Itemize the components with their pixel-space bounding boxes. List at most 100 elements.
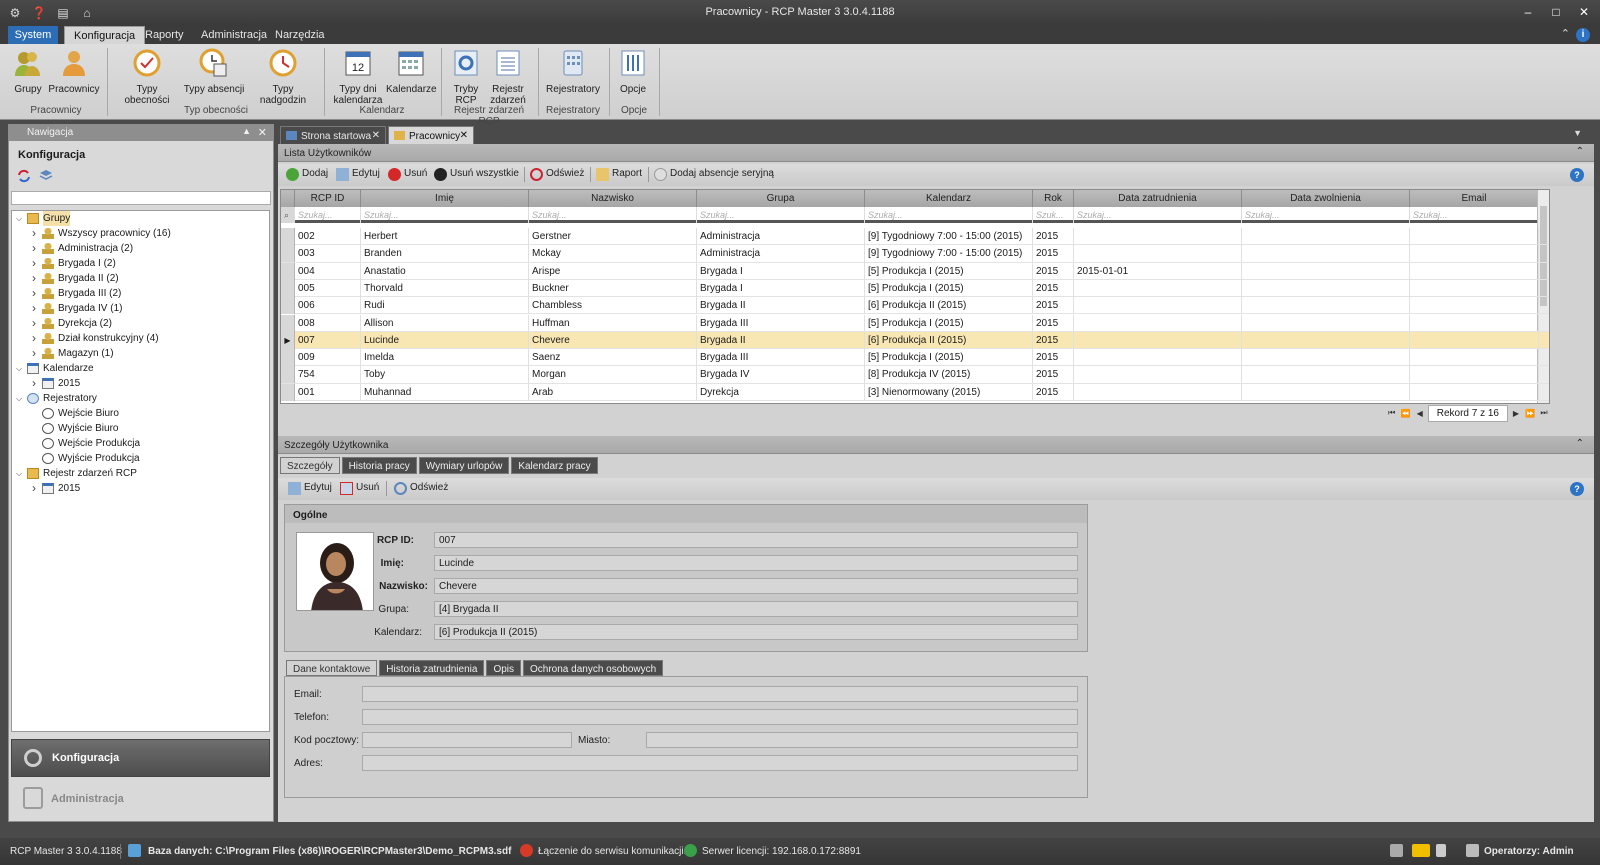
row-indicator[interactable]: [281, 366, 295, 384]
tab-opis[interactable]: Opis: [486, 660, 522, 676]
column-filter-input[interactable]: Szukaj...: [361, 207, 529, 223]
expand-icon[interactable]: ›: [29, 271, 39, 286]
tree-node[interactable]: › 2015: [12, 481, 269, 496]
tree-node[interactable]: › Brygada III (2): [12, 286, 269, 301]
tree-node[interactable]: › Dyrekcja (2): [12, 316, 269, 331]
usun-button[interactable]: Usuń: [388, 168, 427, 181]
tree-node[interactable]: › Administracja (2): [12, 241, 269, 256]
row-indicator[interactable]: [281, 383, 295, 401]
column-filter-input[interactable]: Szukaj...: [1074, 207, 1242, 223]
table-row[interactable]: 003 Branden Mckay Administracja [9] Tygodnio…: [281, 245, 1549, 263]
kalendarze-button[interactable]: Kalendarze: [386, 48, 437, 95]
kod-pocztowy-field[interactable]: [362, 732, 572, 748]
expand-icon[interactable]: ›: [29, 286, 39, 301]
details-usun-button[interactable]: Usuń: [340, 482, 379, 495]
adres-field[interactable]: [362, 755, 1078, 771]
edytuj-button[interactable]: Edytuj: [336, 168, 380, 181]
collapse-icon[interactable]: ⌵: [14, 361, 24, 376]
usun-wszystkie-button[interactable]: Usuń wszystkie: [434, 168, 519, 181]
tree-node[interactable]: Wyjście Biuro: [12, 421, 269, 436]
column-header[interactable]: Nazwisko: [529, 190, 697, 207]
column-filter-input[interactable]: Szukaj...: [865, 207, 1033, 223]
doc-tab-pracownicy[interactable]: Pracownicy ✕: [388, 126, 474, 144]
tree-node[interactable]: ⌵ Grupy: [12, 211, 269, 226]
prev-record-icon[interactable]: ◀: [1414, 409, 1426, 418]
table-row[interactable]: 008 Allison Huffman Brygada III [5] Produkcj…: [281, 314, 1549, 332]
info-icon[interactable]: i: [1576, 28, 1590, 42]
tab-konfiguracja[interactable]: Konfiguracja: [64, 26, 146, 44]
opcje-button[interactable]: Opcje: [614, 48, 652, 95]
tree-node[interactable]: › Brygada II (2): [12, 271, 269, 286]
row-indicator[interactable]: [281, 245, 295, 263]
table-row[interactable]: 005 Thorvald Buckner Brygada I [5] Produkcja…: [281, 279, 1549, 298]
details-odswiez-button[interactable]: Odśwież: [394, 482, 448, 495]
odswiez-button[interactable]: Odśwież: [530, 168, 584, 181]
details-edytuj-button[interactable]: Edytuj: [288, 482, 332, 495]
tree-node[interactable]: › Brygada IV (1): [12, 301, 269, 316]
tab-ochrona-danych[interactable]: Ochrona danych osobowych: [523, 660, 664, 676]
tryby-rcp-button[interactable]: Tryby RCP: [448, 48, 484, 106]
tab-narzedzia[interactable]: Narzędzia: [266, 26, 334, 44]
pracownicy-button[interactable]: Pracownicy: [48, 48, 100, 95]
close-button[interactable]: ✕: [1572, 3, 1596, 21]
collapse-icon[interactable]: ⌵: [14, 211, 24, 226]
row-indicator[interactable]: [281, 314, 295, 332]
rejestr-zdarzen-button[interactable]: Rejestr zdarzeń: [488, 48, 528, 106]
column-header[interactable]: Imię: [361, 190, 529, 207]
tab-dane-kontaktowe[interactable]: Dane kontaktowe: [286, 660, 378, 676]
tree-node[interactable]: › 2015: [12, 376, 269, 391]
collapse-icon[interactable]: ⌃: [1576, 146, 1584, 157]
tree-node[interactable]: Wejście Biuro: [12, 406, 269, 421]
tab-szczegoly[interactable]: Szczegóły: [280, 457, 340, 474]
rejestratory-button[interactable]: Rejestratory: [544, 48, 602, 95]
view-icon[interactable]: [1412, 844, 1430, 857]
help-icon[interactable]: ?: [1570, 168, 1584, 182]
typy-obecnosci-button[interactable]: Typy obecności: [114, 48, 180, 106]
tab-raporty[interactable]: Raporty: [136, 26, 193, 44]
column-filter-input[interactable]: Szukaj...: [1410, 207, 1539, 223]
column-filter-input[interactable]: Szukaj...: [529, 207, 697, 223]
row-indicator[interactable]: [281, 297, 295, 315]
tab-administracja[interactable]: Administracja: [192, 26, 276, 44]
expand-icon[interactable]: ›: [29, 256, 39, 271]
column-header[interactable]: RCP ID: [295, 190, 361, 207]
expand-icon[interactable]: ›: [29, 481, 39, 496]
tree-node[interactable]: › Brygada I (2): [12, 256, 269, 271]
typy-dni-kalendarza-button[interactable]: 12 Typy dni kalendarza: [330, 48, 386, 106]
collapse-icon[interactable]: ⌵: [14, 466, 24, 481]
column-filter-input[interactable]: Szukaj...: [697, 207, 865, 223]
tree-node[interactable]: › Wszyscy pracownicy (16): [12, 226, 269, 241]
column-header[interactable]: Data zatrudnienia: [1074, 190, 1242, 207]
table-row[interactable]: 006 Rudi Chambless Brygada II [6] Produkcja …: [281, 297, 1549, 315]
expand-icon[interactable]: ›: [29, 301, 39, 316]
table-row[interactable]: 754 Toby Morgan Brygada IV [8] Produkcja IV …: [281, 366, 1549, 384]
tree-node[interactable]: ⌵ Rejestr zdarzeń RCP: [12, 466, 269, 481]
first-record-icon[interactable]: ⏮: [1386, 408, 1398, 418]
telefon-field[interactable]: [362, 709, 1078, 725]
column-filter-input[interactable]: Szukaj...: [1242, 207, 1410, 223]
tab-list-dropdown-icon[interactable]: ▼: [1573, 128, 1582, 138]
row-indicator[interactable]: [281, 262, 295, 280]
expand-icon[interactable]: ›: [29, 316, 39, 331]
tab-wymiary-urlopow[interactable]: Wymiary urlopów: [418, 457, 510, 474]
maximize-button[interactable]: □: [1544, 3, 1568, 21]
pin-icon[interactable]: ▲: [242, 126, 251, 136]
raport-button[interactable]: Raport: [596, 168, 642, 181]
row-indicator[interactable]: [281, 279, 295, 297]
column-filter-input[interactable]: Szukaj...: [295, 207, 361, 223]
next-page-icon[interactable]: ⏩: [1524, 409, 1536, 418]
column-header[interactable]: Data zwolnienia: [1242, 190, 1410, 207]
nav-section-konfiguracja[interactable]: Konfiguracja: [11, 739, 270, 777]
row-indicator[interactable]: [281, 228, 295, 245]
refresh-icon[interactable]: [17, 169, 31, 183]
tree-node[interactable]: ⌵ Kalendarze: [12, 361, 269, 376]
table-row[interactable]: 001 Muhannad Arab Dyrekcja [3] Nienormowany …: [281, 383, 1549, 401]
row-indicator[interactable]: [281, 349, 295, 367]
prev-page-icon[interactable]: ⏪: [1400, 409, 1412, 418]
dodaj-button[interactable]: Dodaj: [286, 168, 328, 181]
layout-icon[interactable]: [1390, 844, 1403, 857]
typy-absencji-button[interactable]: Typy absencji: [183, 48, 245, 95]
navigation-search-input[interactable]: [11, 191, 271, 205]
table-row[interactable]: 004 Anastatio Arispe Brygada I [5] Produkcja…: [281, 262, 1549, 280]
column-header[interactable]: Email: [1410, 190, 1539, 207]
